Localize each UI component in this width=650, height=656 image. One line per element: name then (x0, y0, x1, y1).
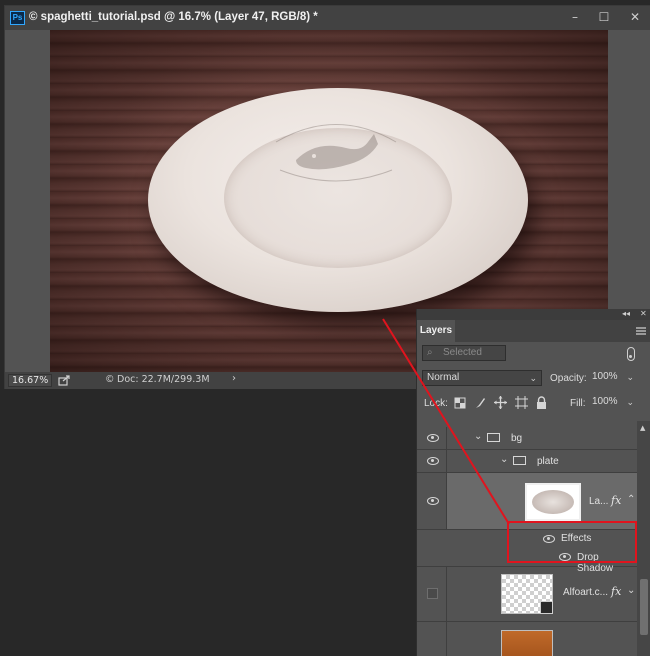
fx-icon[interactable]: fx (611, 585, 621, 598)
chevron-down-icon: ⌄ (529, 373, 537, 383)
lock-position-icon[interactable] (494, 396, 507, 409)
smart-object-badge-icon (540, 601, 553, 614)
visibility-column (417, 427, 447, 449)
panel-close-icon[interactable]: ✕ (640, 309, 647, 318)
fill-value: 100% (592, 396, 618, 407)
opacity-value: 100% (592, 371, 618, 382)
blend-mode-value: Normal (427, 372, 460, 383)
visibility-column (417, 530, 447, 548)
lock-transparent-pixels-icon[interactable] (454, 397, 466, 409)
minimize-button[interactable]: – (565, 9, 585, 25)
fill-chevron-icon: ⌄ (626, 397, 634, 407)
visibility-column (417, 548, 447, 566)
collapse-panels-icon[interactable]: ◂◂ (622, 309, 630, 318)
visibility-column (417, 450, 447, 472)
layer-thumbnail[interactable] (501, 574, 553, 614)
filter-placeholder: Selected (443, 347, 482, 358)
document-titlebar[interactable]: Ps © spaghetti_tutorial.psd @ 16.7% (Lay… (5, 6, 650, 30)
lock-image-pixels-icon[interactable] (474, 397, 486, 409)
fx-icon[interactable]: fx (611, 494, 621, 507)
status-menu-chevron-icon[interactable]: › (232, 373, 236, 384)
filter-toggle-switch[interactable] (627, 347, 635, 361)
annotation-highlight-box (507, 521, 637, 563)
layer-row-group[interactable]: ⌄ plate (417, 450, 637, 473)
layer-thumbnail[interactable] (501, 630, 553, 656)
opacity-chevron-icon: ⌄ (626, 372, 634, 382)
maximize-button[interactable]: ☐ (594, 9, 614, 25)
expand-chevron-icon[interactable]: ⌄ (500, 454, 508, 465)
copyright-icon: © (105, 374, 115, 385)
eye-icon[interactable] (427, 497, 439, 505)
layer-name[interactable]: La... (589, 496, 608, 507)
layer-name[interactable]: plate (537, 456, 559, 467)
photoshop-logo-icon: Ps (10, 11, 25, 25)
scroll-up-icon[interactable]: ▲ (640, 424, 645, 432)
tab-layers[interactable]: Layers (417, 320, 455, 342)
layer-thumbnail[interactable] (525, 483, 581, 521)
close-button[interactable]: ✕ (625, 9, 645, 25)
fill-label: Fill: (570, 398, 586, 409)
filter-search-icon: ⌕ (427, 347, 433, 358)
doc-size-info: Doc: 22.7M/299.3M (117, 374, 210, 385)
folder-icon (487, 433, 500, 442)
eye-icon[interactable] (427, 457, 439, 465)
opacity-field[interactable]: 100% ⌄ (588, 370, 638, 386)
panel-menu-icon[interactable] (636, 327, 646, 335)
layer-row-group[interactable]: ⌄ bg (417, 427, 637, 450)
folder-icon (513, 456, 526, 465)
visibility-column (417, 567, 447, 621)
layer-filter-select[interactable]: ⌕ Selected (422, 345, 506, 361)
plate-whale-logo (275, 124, 397, 182)
expand-chevron-icon[interactable]: ⌄ (474, 431, 482, 442)
panel-header-bar: ◂◂ ✕ (417, 309, 650, 320)
layers-scrollbar[interactable]: ▲ (637, 421, 650, 656)
plate-image (148, 88, 528, 312)
document-title: © spaghetti_tutorial.psd @ 16.7% (Layer … (29, 11, 318, 23)
layer-name[interactable]: Alfoart.c... (563, 587, 608, 598)
collapse-effects-chevron-icon[interactable]: ⌃ (627, 494, 635, 505)
layers-panel: ◂◂ ✕ Layers ⌕ Selected Normal ⌄ Opacity:… (416, 309, 650, 656)
fill-field[interactable]: 100% ⌄ (588, 395, 638, 411)
eye-icon[interactable] (427, 434, 439, 442)
zoom-field[interactable]: 16.67% (8, 374, 52, 387)
lock-artboard-icon[interactable] (515, 396, 528, 409)
share-icon[interactable] (58, 375, 70, 386)
visibility-column (417, 473, 447, 529)
lock-all-icon[interactable] (536, 396, 547, 409)
layer-row[interactable] (417, 622, 637, 656)
opacity-label: Opacity: (550, 373, 587, 384)
scroll-thumb[interactable] (640, 579, 648, 635)
lock-label: Lock: (424, 398, 448, 409)
panel-tab-bar: Layers (417, 320, 650, 342)
layer-row[interactable]: Alfoart.c... fx ⌄ (417, 567, 637, 622)
visibility-off-box[interactable] (427, 588, 438, 599)
visibility-column (417, 622, 447, 656)
blend-mode-select[interactable]: Normal ⌄ (422, 370, 542, 386)
layer-name[interactable]: bg (511, 433, 522, 444)
expand-effects-chevron-icon[interactable]: ⌄ (627, 585, 635, 596)
